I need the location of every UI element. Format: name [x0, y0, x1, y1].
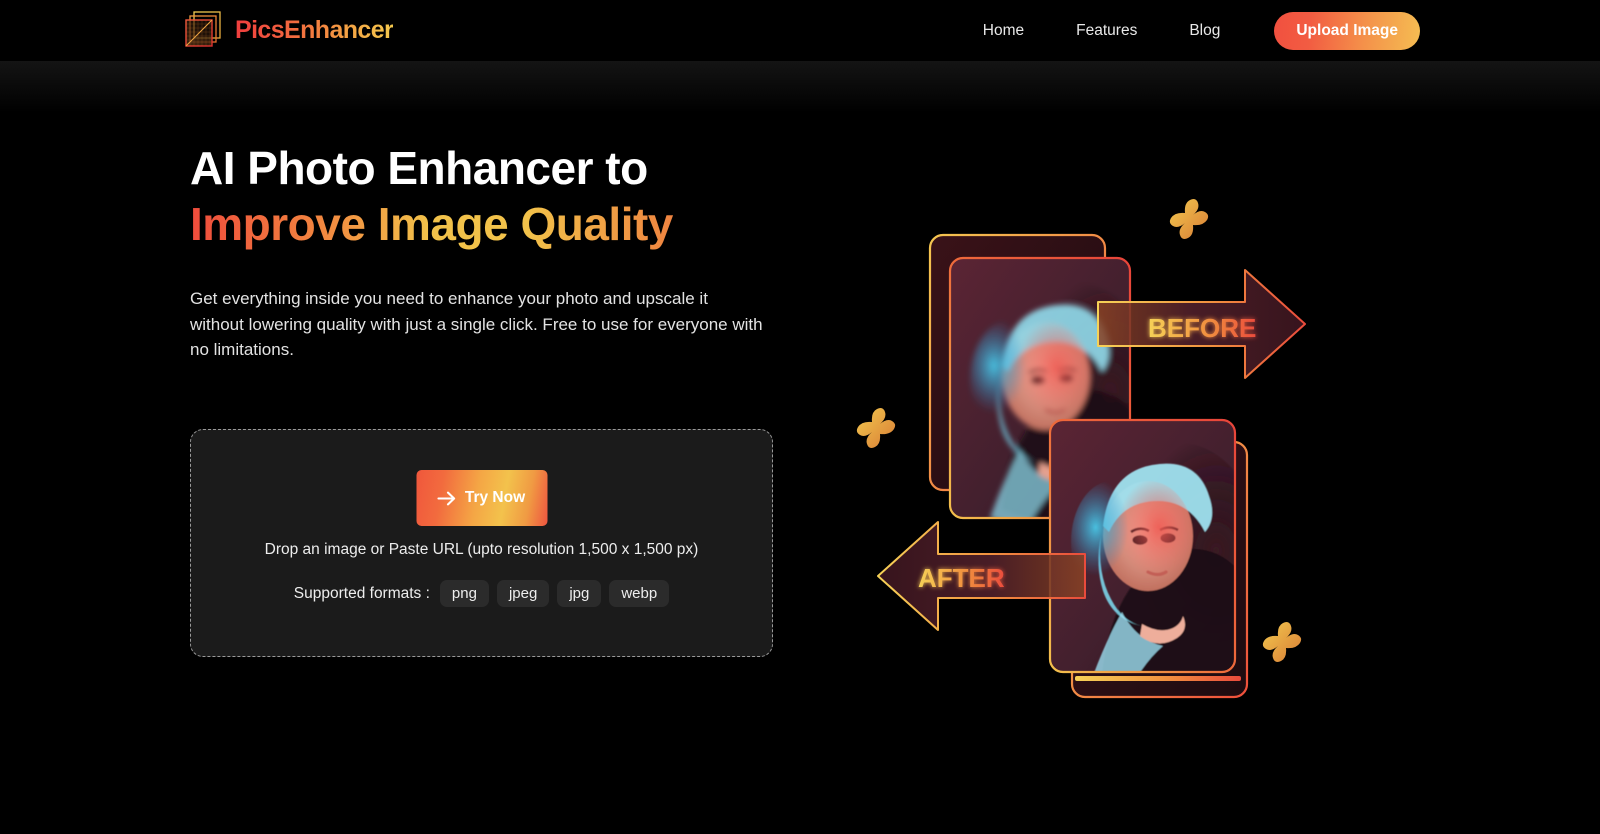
sparkle-icon — [1169, 199, 1209, 239]
try-now-button[interactable]: Try Now — [416, 470, 547, 526]
brand-logo[interactable]: PicsEnhancer — [180, 7, 394, 53]
format-chip-jpeg[interactable]: jpeg — [496, 580, 550, 607]
nav-link-features[interactable]: Features — [1050, 16, 1163, 46]
arrow-right-icon — [437, 491, 457, 506]
nav-link-blog[interactable]: Blog — [1163, 16, 1246, 46]
site-header: PicsEnhancer Home Features Blog Upload I… — [0, 0, 1600, 61]
supported-formats-label: Supported formats : — [293, 584, 430, 602]
stacked-frames-icon — [180, 7, 226, 53]
hero-copy: AI Photo Enhancer to Improve Image Quali… — [190, 140, 790, 363]
upload-image-button[interactable]: Upload Image — [1274, 11, 1420, 50]
sparkle-icon — [1262, 622, 1302, 662]
headline-line-1: AI Photo Enhancer to — [190, 142, 648, 194]
headline-line-2: Improve Image Quality — [190, 196, 790, 252]
main-navigation: Home Features Blog Upload Image — [957, 0, 1420, 61]
supported-formats: Supported formats : png jpeg jpg webp — [191, 580, 772, 607]
before-after-illustration: BEFORE AFTER — [850, 180, 1370, 720]
card-edge-highlight — [1075, 676, 1241, 681]
header-glow-band — [0, 61, 1600, 113]
format-chip-webp[interactable]: webp — [609, 580, 670, 607]
try-now-label: Try Now — [464, 489, 526, 506]
landing-page: PicsEnhancer Home Features Blog Upload I… — [0, 0, 1600, 834]
drop-hint-text: Drop an image or Paste URL (upto resolut… — [264, 541, 699, 558]
format-chip-jpg[interactable]: jpg — [557, 580, 602, 607]
nav-link-home[interactable]: Home — [957, 16, 1050, 46]
sparkle-icon — [856, 408, 896, 448]
upload-dropzone[interactable]: Try Now Drop an image or Paste URL (upto… — [190, 429, 773, 657]
format-chip-png[interactable]: png — [439, 580, 489, 607]
brand-name: PicsEnhancer — [235, 15, 394, 44]
hero-subtext: Get everything inside you need to enhanc… — [190, 289, 763, 359]
before-label: BEFORE — [1148, 313, 1256, 343]
page-title: AI Photo Enhancer to Improve Image Quali… — [190, 140, 790, 252]
after-label: AFTER — [918, 563, 1005, 593]
